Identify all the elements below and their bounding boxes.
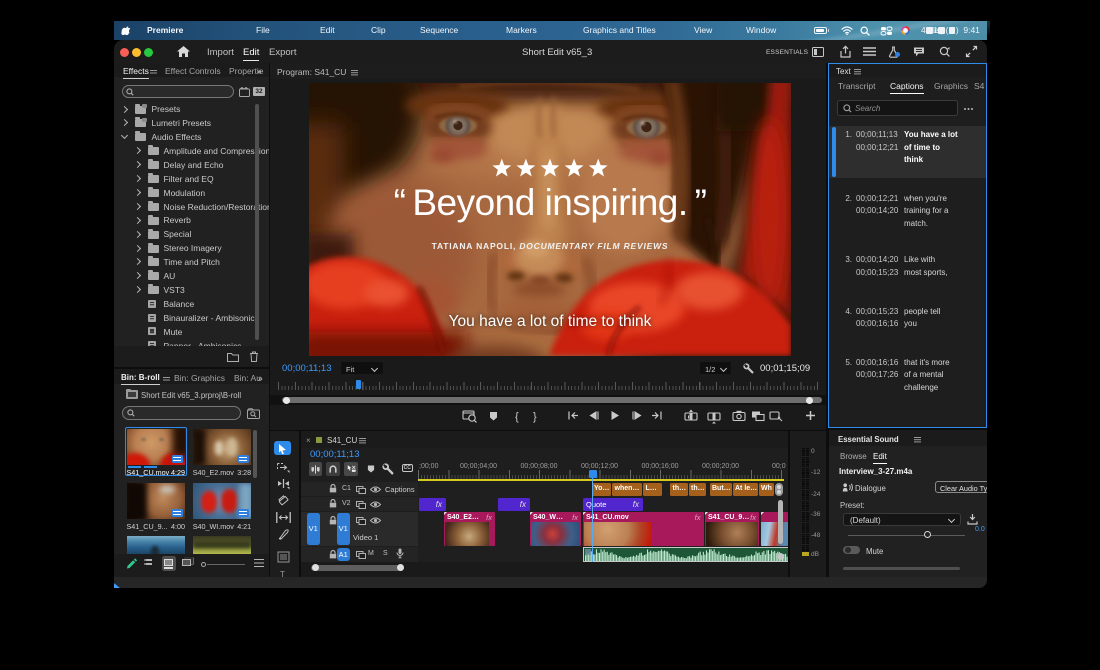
svg-text:{: { — [515, 411, 519, 423]
svg-text:}: } — [533, 411, 537, 423]
